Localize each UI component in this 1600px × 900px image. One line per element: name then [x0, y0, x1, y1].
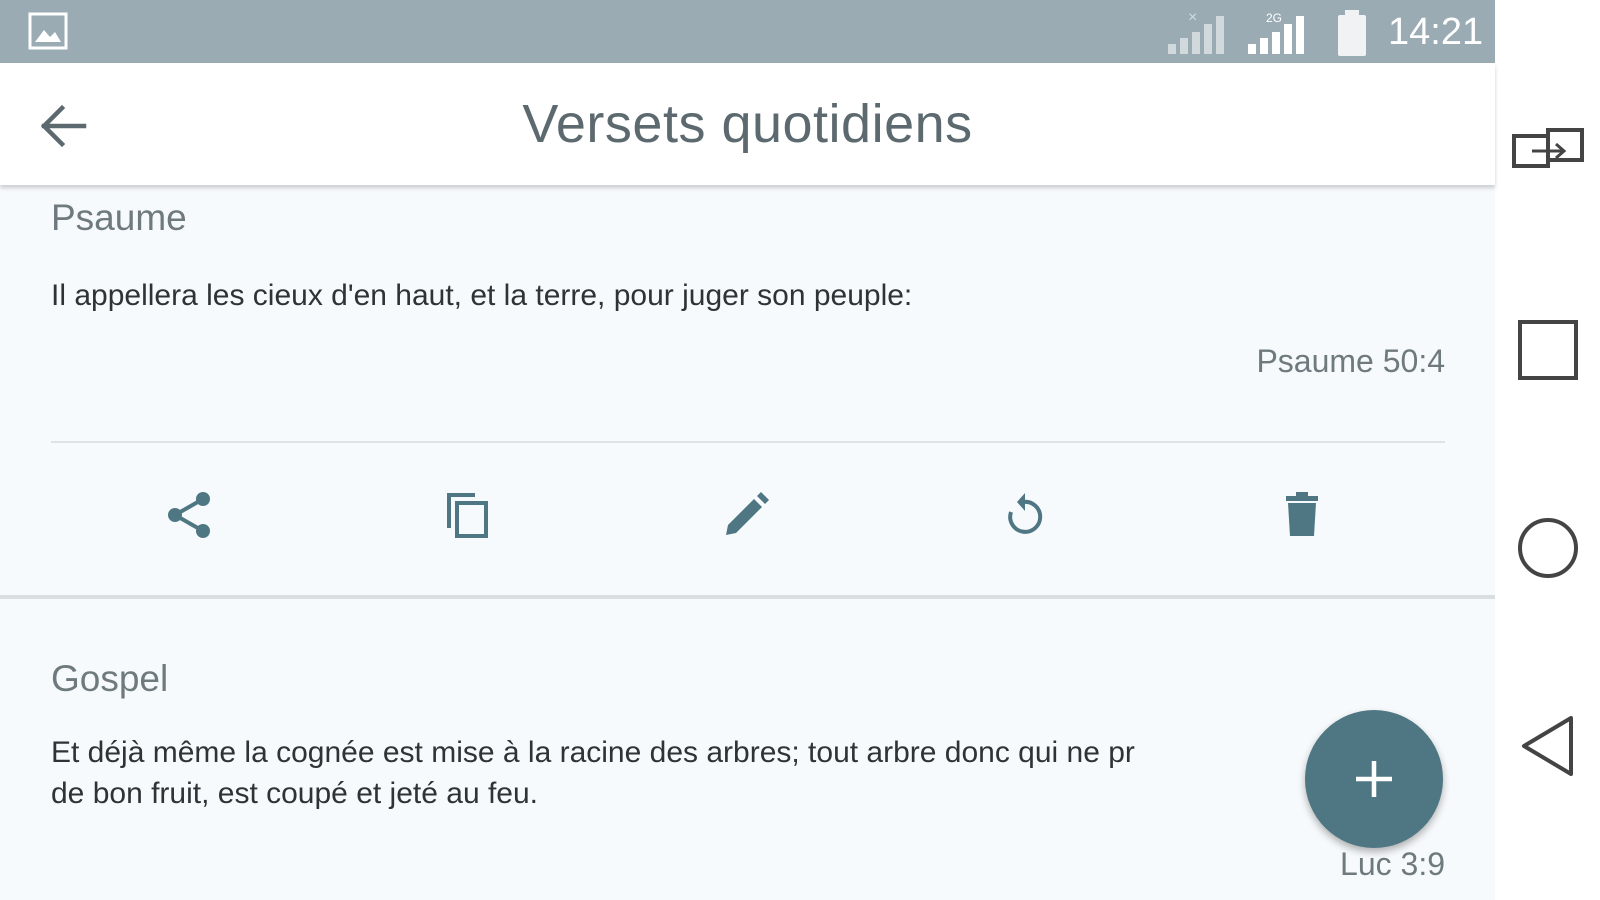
copy-button[interactable] [438, 485, 498, 545]
verse-text-line: Et déjà même la cognée est mise à la rac… [51, 736, 1135, 769]
dual-window-button[interactable] [1495, 120, 1600, 176]
recents-icon [1517, 320, 1578, 380]
verse-category: Gospel [51, 658, 169, 699]
plus-icon [1356, 761, 1392, 797]
status-time: 14:21 [1388, 11, 1484, 53]
svg-text:2G: 2G [1266, 11, 1282, 25]
verse-card: Psaume Il appellera les cieux d'en haut,… [0, 185, 1495, 599]
recents-button[interactable] [1495, 318, 1600, 382]
copy-icon [447, 493, 488, 538]
share-button[interactable] [160, 485, 220, 545]
verse-reference: Psaume 50:4 [1256, 343, 1445, 379]
delete-icon [1286, 492, 1318, 536]
verse-reference: Luc 3:9 [1340, 846, 1445, 882]
card-divider [51, 441, 1445, 443]
add-verse-button[interactable] [1305, 710, 1443, 848]
battery-icon [1335, 8, 1369, 63]
edit-icon [726, 492, 769, 535]
network-2g-signal-icon: 2G [1246, 8, 1316, 63]
verse-text: Il appellera les cieux d'en haut, et la … [51, 279, 913, 312]
delete-button[interactable] [1272, 485, 1332, 545]
page-title: Versets quotidiens [522, 94, 973, 154]
home-icon [1517, 518, 1578, 578]
verse-card: Gospel Et déjà même la cognée est mise à… [0, 600, 1495, 900]
verse-category: Psaume [51, 197, 187, 238]
svg-text:×: × [1188, 9, 1197, 26]
home-button[interactable] [1495, 516, 1600, 580]
gallery-icon [28, 12, 68, 55]
refresh-button[interactable] [994, 485, 1054, 545]
nav-back-button[interactable] [1495, 714, 1600, 778]
dual-window-icon [1511, 128, 1584, 168]
system-nav-bar [1495, 0, 1600, 900]
verse-text-line: de bon fruit, est coupé et jeté au feu. [51, 777, 539, 810]
refresh-icon [1008, 493, 1043, 534]
status-bar: × 2G 14:21 [0, 0, 1495, 63]
app-bar: Versets quotidiens [0, 63, 1495, 185]
edit-button[interactable] [716, 485, 776, 545]
share-icon [168, 492, 210, 538]
signal-icon: × [1166, 8, 1236, 63]
back-icon [1521, 716, 1573, 776]
